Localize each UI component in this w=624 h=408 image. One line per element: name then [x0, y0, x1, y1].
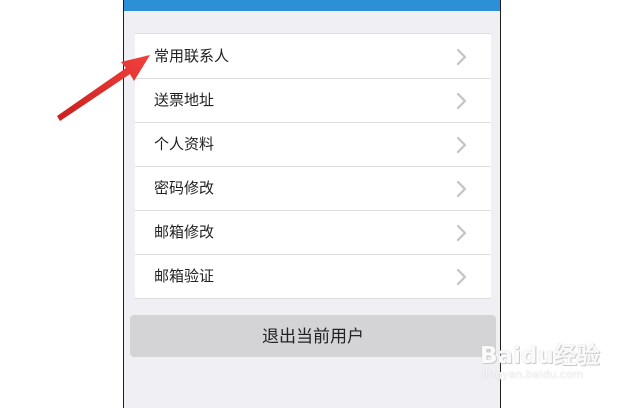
watermark-url: jingyan.baidu.com: [482, 368, 584, 381]
menu-item-label: 常用联系人: [154, 47, 230, 65]
menu-item-change-password[interactable]: 密码修改: [135, 166, 491, 210]
top-navigation-bar: [124, 0, 500, 11]
watermark-text: Baidu经验: [480, 343, 600, 369]
menu-item-label: 送票地址: [154, 91, 215, 109]
logout-button[interactable]: 退出当前用户: [130, 315, 496, 357]
chevron-right-icon: [456, 92, 467, 110]
baidu-jingyan-watermark: Baidu经验 jingyan.baidu.com: [478, 336, 618, 396]
chevron-right-icon: [456, 224, 467, 242]
menu-item-label: 个人资料: [154, 135, 215, 153]
menu-item-frequent-contacts[interactable]: 常用联系人: [135, 34, 491, 78]
chevron-right-icon: [456, 268, 467, 286]
phone-screen: 常用联系人 送票地址 个人资料 密码修改 邮箱修改 邮箱验证 退出当前用户: [123, 0, 501, 408]
menu-item-label: 邮箱验证: [154, 267, 215, 285]
settings-menu-list: 常用联系人 送票地址 个人资料 密码修改 邮箱修改 邮箱验证: [135, 33, 491, 299]
menu-item-label: 密码修改: [154, 179, 215, 197]
chevron-right-icon: [456, 48, 467, 66]
chevron-right-icon: [456, 136, 467, 154]
menu-item-verify-email[interactable]: 邮箱验证: [135, 254, 491, 298]
menu-item-change-email[interactable]: 邮箱修改: [135, 210, 491, 254]
menu-item-personal-info[interactable]: 个人资料: [135, 122, 491, 166]
menu-item-label: 邮箱修改: [154, 223, 215, 241]
chevron-right-icon: [456, 180, 467, 198]
menu-item-ticket-address[interactable]: 送票地址: [135, 78, 491, 122]
